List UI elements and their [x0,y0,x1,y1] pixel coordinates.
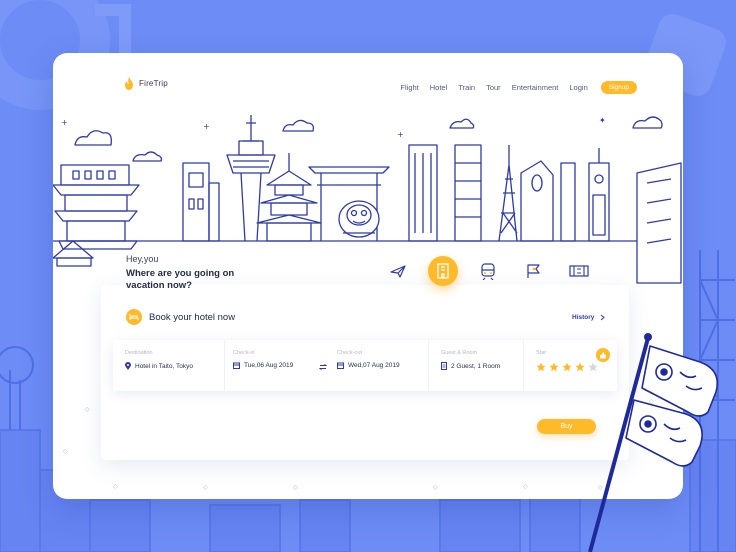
guest-room-value: 2 Guest, 1 Room [451,362,501,370]
star-empty-icon[interactable] [588,362,598,372]
category-selector [383,254,593,288]
brand-name: FireTrip [139,79,168,88]
history-link[interactable]: History [572,314,606,321]
hotel-search-form: Destination Hotel in Taito, Tokyo Check-… [113,340,617,391]
destination-label: Destination [125,350,153,356]
checkin-field[interactable]: Check-in Tue,06 Aug 2019 [233,350,293,369]
category-flight[interactable] [383,256,413,286]
category-train[interactable] [473,256,503,286]
svg-text:◇: ◇ [113,483,118,490]
nav-flight[interactable]: Flight [400,83,418,92]
star-filled-icon[interactable] [536,362,546,372]
svg-text:◇: ◇ [598,484,603,491]
document-icon [441,362,447,370]
buy-button[interactable]: Buy [537,419,596,434]
destination-field[interactable]: Destination Hotel in Taito, Tokyo [113,340,225,391]
ticket-icon [569,265,589,277]
top-nav: Flight Hotel Train Tour Entertainment Lo… [400,81,637,94]
train-icon [481,263,495,280]
svg-text:◇: ◇ [293,484,298,491]
nav-hotel[interactable]: Hotel [430,83,448,92]
category-hotel[interactable] [428,256,458,286]
plane-icon [390,265,406,278]
guest-room-field[interactable]: Guest & Room 2 Guest, 1 Room [429,340,524,391]
thumbs-up-icon[interactable] [596,348,610,362]
greeting-hey: Hey,you [126,254,159,264]
svg-text:◇: ◇ [433,484,438,491]
swap-arrows-icon[interactable] [319,364,327,370]
hotel-icon [437,263,449,279]
bed-icon [126,309,142,325]
main-card: + + ✦ + ◇ ◇ ◇ ◇ ◇ ◇ ◇ ◇ ◇ FireTrip Flight Hote… [53,53,683,499]
svg-text:◇: ◇ [523,483,528,490]
category-tour[interactable] [519,256,549,286]
svg-text:✦: ✦ [599,116,606,125]
page: { "colors": { "background": "#6d8cf5", "… [0,0,736,552]
location-pin-icon [125,362,131,370]
brand-logo[interactable]: FireTrip [124,77,168,90]
book-hotel-heading: Book your hotel now [126,309,235,325]
svg-text:+: + [203,122,210,131]
calendar-icon [233,362,240,369]
nav-train[interactable]: Train [458,83,475,92]
destination-value: Hotel in Taito, Tokyo [135,362,193,370]
svg-text:◇: ◇ [85,406,90,413]
category-entertainment[interactable] [564,256,594,286]
greeting-question: Where are you going on vacation now? [126,268,235,291]
nav-tour[interactable]: Tour [486,83,501,92]
tour-flag-icon [527,264,540,278]
checkin-value: Tue,06 Aug 2019 [244,362,294,369]
calendar-icon [337,362,344,369]
book-hotel-title: Book your hotel now [149,311,236,323]
star-filled-icon[interactable] [562,362,572,372]
nav-login[interactable]: Login [569,83,587,92]
checkout-label: Check-out [337,350,363,356]
flame-icon [125,77,133,90]
checkout-field[interactable]: Check-out Wed,07 Aug 2019 [337,350,400,369]
history-label: History [572,314,595,321]
star-filled-icon[interactable] [575,362,585,372]
svg-text:+: + [397,130,404,139]
star-filled-icon[interactable] [549,362,559,372]
svg-text:◇: ◇ [203,484,208,491]
star-rating[interactable] [536,362,617,372]
nav-entertainment[interactable]: Entertainment [512,83,559,92]
guest-room-label: Guest & Room [441,350,478,356]
greeting: Hey,you Where are you going on vacation … [126,254,246,292]
signup-button[interactable]: Signup [600,81,637,94]
chevron-right-icon [601,314,606,321]
checkout-value: Wed,07 Aug 2019 [348,362,400,369]
svg-text:◇: ◇ [63,448,68,455]
checkin-label: Check-in [233,350,255,356]
svg-text:◇: ◇ [649,398,654,405]
svg-text:+: + [61,118,68,127]
star-field[interactable]: Star [524,340,617,391]
dates-field[interactable]: Check-in Tue,06 Aug 2019 Check-out Wed,0… [225,340,429,391]
